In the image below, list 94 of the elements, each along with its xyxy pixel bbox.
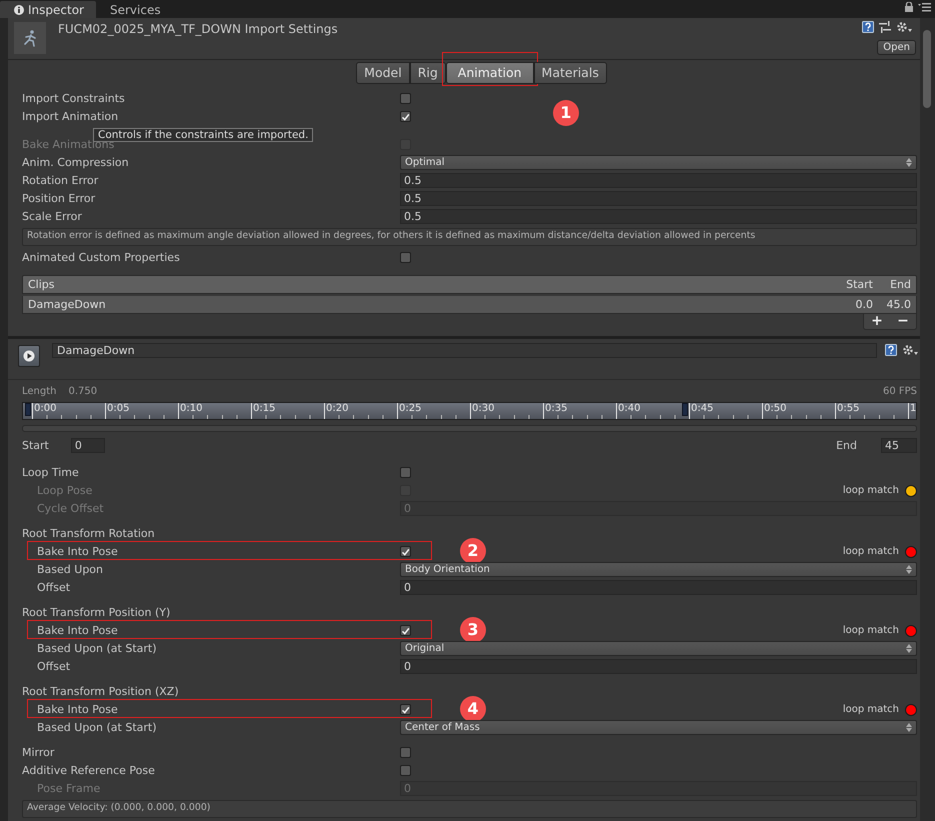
end-marker[interactable] — [682, 403, 688, 416]
mode-tab[interactable]: Rig — [410, 62, 446, 84]
input-field[interactable]: 0.5 — [400, 173, 917, 188]
callout-badge: 4 — [460, 696, 486, 722]
callout-badge: 3 — [460, 616, 486, 643]
open-button[interactable]: Open — [877, 40, 916, 55]
input-field[interactable]: 0.5 — [400, 209, 917, 224]
field-label: Anim. Compression — [22, 156, 129, 170]
settings-icon[interactable] — [902, 344, 918, 356]
add-button[interactable]: + — [864, 314, 890, 329]
input-field[interactable]: 0 — [70, 438, 105, 454]
column-header: End — [889, 278, 911, 291]
checkbox[interactable] — [400, 625, 411, 636]
field-label: Scale Error — [22, 210, 82, 224]
field-label: Mirror — [22, 746, 54, 760]
field-label: Based Upon (at Start) — [37, 642, 157, 656]
menu-icon[interactable] — [918, 2, 931, 12]
info-note: Rotation error is defined as maximum angle deviation allowed in degrees, for others it is defined as maximum distance/delta deviation allowed in percents — [22, 228, 917, 246]
section-heading: Root Transform Position (XZ) — [22, 685, 179, 698]
mode-tab[interactable]: Model — [356, 62, 410, 84]
dropdown[interactable]: Original — [400, 641, 917, 656]
lock-icon[interactable] — [905, 2, 913, 12]
dropdown[interactable]: Optimal — [400, 155, 917, 170]
field-label: Bake Into Pose — [37, 545, 118, 558]
dropdown[interactable]: Center of Mass — [400, 720, 917, 736]
field-label: Based Upon — [37, 563, 103, 576]
field-label: Animated Custom Properties — [22, 251, 180, 264]
updown-arrow-icon — [906, 565, 912, 574]
column-header: Clips — [28, 278, 55, 291]
field-label: Import Constraints — [22, 92, 125, 106]
clip-name-field[interactable]: DamageDown — [52, 343, 877, 358]
field-label: Position Error — [22, 192, 96, 206]
checkbox[interactable] — [400, 546, 411, 558]
window-title: FUCM02_0025_MYA_TF_DOWN Import Settings — [58, 22, 338, 38]
inspector-tab[interactable]: Inspector — [0, 1, 96, 18]
field-label: Offset — [37, 660, 70, 674]
start-marker[interactable] — [25, 403, 31, 416]
loop-match-label: loop match — [842, 704, 899, 716]
inspector-tab[interactable]: Services — [96, 1, 173, 18]
field-label: End — [836, 439, 857, 452]
length-label: Length — [22, 386, 56, 400]
section-heading: Root Transform Rotation — [22, 527, 155, 540]
section-heading: Root Transform Position (Y) — [22, 606, 170, 620]
field-label: Cycle Offset — [37, 502, 104, 516]
info-icon — [14, 4, 24, 14]
checkbox[interactable] — [400, 111, 411, 122]
field-label: Bake Into Pose — [37, 703, 118, 716]
input-field[interactable]: 0 — [400, 659, 917, 674]
help-icon[interactable] — [885, 344, 897, 356]
field-label: Based Upon (at Start) — [37, 721, 157, 734]
timeline-ruler[interactable]: 0:00 0:05 0:10 0:15 0:20 0:25 0:30 0:35 0:40 0:45 0:50 0:55 1 — [22, 402, 917, 420]
updown-arrow-icon — [906, 158, 912, 168]
remove-button[interactable]: − — [890, 314, 916, 329]
loop-match-label: loop match — [842, 625, 899, 636]
clip-row[interactable]: DamageDown 0.0 45.0 — [22, 296, 917, 314]
presets-icon[interactable] — [879, 21, 891, 33]
mode-tab[interactable]: Materials — [534, 62, 607, 84]
loop-match-label: loop match — [842, 485, 899, 496]
info-note: Average Velocity: (0.000, 0.000, 0.000) — [22, 800, 917, 818]
updown-arrow-icon — [906, 723, 912, 732]
fps-label: 60 FPS — [882, 386, 917, 400]
length-value: 0.750 — [68, 386, 98, 400]
updown-arrow-icon — [906, 644, 912, 654]
loop-match-label: loop match — [842, 546, 899, 558]
checkbox[interactable] — [400, 467, 411, 478]
tooltip: Controls if the constraints are imported. — [93, 128, 314, 142]
checkbox[interactable] — [400, 747, 411, 758]
field-label: Start — [22, 439, 49, 452]
dropdown[interactable]: Body Orientation — [400, 562, 917, 578]
mode-tab[interactable]: Animation — [446, 62, 534, 84]
input-field[interactable]: 0 — [400, 580, 917, 596]
field-label: Pose Frame — [37, 782, 100, 796]
field-label: Import Animation — [22, 110, 118, 124]
scrollbar[interactable] — [920, 18, 935, 821]
help-icon[interactable] — [862, 21, 874, 33]
play-button[interactable] — [18, 345, 40, 368]
checkbox[interactable] — [400, 252, 411, 264]
play-icon — [23, 350, 35, 362]
field-label: Additive Reference Pose — [22, 764, 155, 778]
timeline-scrollbar[interactable] — [22, 425, 917, 432]
checkbox[interactable] — [400, 704, 411, 716]
input-field[interactable]: 45 — [881, 438, 917, 454]
input-field[interactable]: 0.5 — [400, 191, 917, 206]
checkbox[interactable] — [400, 93, 411, 104]
field-label: Offset — [37, 581, 70, 594]
field-label: Loop Pose — [37, 484, 92, 498]
field-label: Bake Into Pose — [37, 624, 118, 638]
column-header: Start — [845, 278, 873, 291]
callout-badge: 1 — [552, 100, 579, 126]
field-label: Rotation Error — [22, 174, 98, 188]
callout-badge: 2 — [460, 538, 486, 564]
field-label: Loop Time — [22, 466, 79, 480]
settings-icon[interactable] — [896, 21, 912, 33]
checkbox[interactable] — [400, 765, 411, 776]
